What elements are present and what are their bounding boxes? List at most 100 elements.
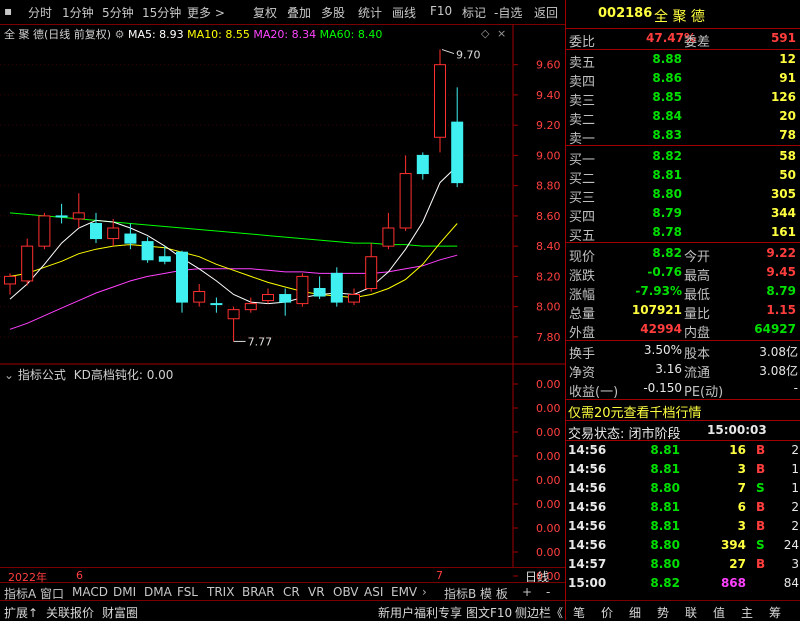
draw-line-button[interactable]: 画线: [392, 4, 416, 21]
tab-dma[interactable]: DMA: [144, 585, 172, 599]
candle-body: [244, 303, 257, 311]
weicha-label: 委差: [684, 35, 711, 50]
promo-link[interactable]: 仅需20元查看千档行情: [568, 402, 702, 421]
buy-level-row[interactable]: 买二 8.81 50: [566, 166, 800, 187]
close-icon[interactable]: ×: [497, 27, 506, 40]
tab-dmi[interactable]: DMI: [113, 585, 136, 599]
stat-value: 64927: [754, 322, 796, 336]
price-axis-label: 9.40: [536, 89, 561, 102]
tab-cr[interactable]: CR: [283, 585, 300, 599]
tab-15min[interactable]: 15分钟: [142, 4, 181, 21]
price-axis-label: 9.00: [536, 149, 561, 162]
level-volume: 58: [779, 149, 796, 163]
tick-row: 14:56 8.80 7 S 1: [566, 479, 800, 498]
candle-body: [210, 303, 223, 306]
stats-button[interactable]: 统计: [358, 4, 382, 21]
candle-body: [124, 233, 137, 244]
diamond-icon[interactable]: ◇: [481, 27, 489, 40]
stat-value: -0.76: [647, 265, 682, 279]
buy-level-row[interactable]: 买四 8.79 344: [566, 204, 800, 225]
tick-price: 8.80: [650, 481, 680, 495]
candle-body: [330, 272, 343, 303]
tick-volume: 7: [737, 481, 746, 495]
tab-obv[interactable]: OBV: [333, 585, 359, 599]
sell-level-row[interactable]: 卖五 8.88 12: [566, 50, 800, 71]
remove-button[interactable]: -: [546, 585, 550, 599]
candle-body: [451, 121, 464, 184]
candle-body: [158, 256, 171, 262]
buy-level-row[interactable]: 买一 8.82 58: [566, 147, 800, 168]
price-axis-label: 8.60: [536, 210, 561, 223]
price-axis-label: 8.00: [536, 301, 561, 314]
level-volume: 91: [779, 71, 796, 85]
stock-label: 全 聚 德(日线 前复权): [4, 28, 112, 41]
remove-watchlist-button[interactable]: -自选: [494, 4, 522, 21]
tab-emv[interactable]: EMV: [391, 585, 417, 599]
sidebar-toggle-button[interactable]: 侧边栏《: [515, 604, 563, 621]
candle-body: [176, 251, 188, 303]
mark-button[interactable]: 标记: [462, 4, 486, 21]
restore-rights-button[interactable]: 复权: [253, 4, 277, 21]
tick-time: 14:56: [568, 462, 607, 476]
tab-brar[interactable]: BRAR: [242, 585, 275, 599]
indicator-name: KD高档钝化: 0.00: [73, 368, 174, 382]
tab-macd[interactable]: MACD: [72, 585, 108, 599]
stat-row: 外盘 42994 内盘 64927: [566, 320, 800, 341]
candle-body: [72, 212, 85, 220]
tab-fenshi[interactable]: 分时: [28, 4, 52, 21]
tick-time: 14:56: [568, 538, 607, 552]
tab-1min[interactable]: 1分钟: [62, 4, 94, 21]
level-volume: 20: [779, 109, 796, 123]
buy-level-row[interactable]: 买五 8.78 161: [566, 223, 800, 244]
indicator-axis-label: 0.00: [536, 402, 561, 415]
tab-5min[interactable]: 5分钟: [102, 4, 134, 21]
price-axis-label: 9.20: [536, 119, 561, 132]
related-quote-button[interactable]: 关联报价: [46, 604, 94, 621]
tab-trix[interactable]: TRIX: [207, 585, 234, 599]
tick-volume: 868: [720, 576, 746, 590]
level-price: 8.78: [652, 225, 682, 239]
add-button[interactable]: +: [522, 585, 532, 599]
candle-body: [4, 275, 16, 285]
tab-vr[interactable]: VR: [308, 585, 325, 599]
sell-level-row[interactable]: 卖二 8.84 20: [566, 107, 800, 128]
kline-chart[interactable]: 9.60 9.40 9.20 9.00 8.80 8.60 8.40 8.20 8.00 7.80…: [0, 24, 565, 582]
chevron-down-icon[interactable]: ⌄: [4, 368, 14, 382]
stock-name: 全 聚 德: [654, 9, 705, 25]
candle-body: [141, 241, 154, 261]
tab-asi[interactable]: ASI: [364, 585, 383, 599]
stat-row: 涨幅 -7.93% 最低 8.79: [566, 282, 800, 303]
chevron-right-icon[interactable]: ›: [422, 585, 427, 599]
tab-fsl[interactable]: FSL: [177, 585, 198, 599]
fin-value: 3.50%: [643, 343, 682, 357]
weicha-value: 591: [770, 31, 796, 45]
period-toolbar: ▪ 分时 1分钟 5分钟 15分钟 更多 > 复权 叠加 多股 统计 画线 F1…: [0, 0, 565, 25]
sell-level-row[interactable]: 卖一 8.83 78: [566, 126, 800, 147]
wealth-circle-button[interactable]: 财富圈: [102, 604, 138, 621]
candle-body: [399, 173, 412, 229]
new-user-promo-link[interactable]: 新用户福利专享: [378, 604, 462, 621]
multi-stock-button[interactable]: 多股: [321, 4, 345, 21]
buy-level-row[interactable]: 买三 8.80 305: [566, 185, 800, 206]
f10-button[interactable]: F10: [430, 4, 452, 18]
sell-level-row[interactable]: 卖三 8.85 126: [566, 88, 800, 109]
level-price: 8.84: [652, 109, 682, 123]
more-button[interactable]: 更多 >: [187, 4, 225, 21]
tick-row: 14:56 8.81 6 B 2: [566, 498, 800, 517]
back-button[interactable]: 返回: [534, 4, 558, 21]
stat-row: 现价 8.82 今开 9.22: [566, 244, 800, 265]
expand-button[interactable]: 扩展↑: [4, 604, 38, 621]
indicator-title[interactable]: 指标公式: [18, 368, 66, 382]
tick-side: B: [756, 500, 766, 514]
stat-value: 107921: [631, 303, 682, 317]
tick-time: 14:57: [568, 557, 607, 571]
fin-row: 收益(一) -0.150 PE(动) -: [566, 379, 800, 400]
chart-settings-icon[interactable]: ⚙: [115, 28, 125, 41]
stat-label: 外盘: [569, 326, 596, 341]
promo-row[interactable]: 仅需20元查看千档行情: [566, 400, 800, 421]
tick-price: 8.80: [650, 538, 680, 552]
candle-body: [348, 294, 360, 303]
sell-level-row[interactable]: 卖四 8.86 91: [566, 69, 800, 90]
overlay-button[interactable]: 叠加: [287, 4, 311, 21]
f10-graphic-button[interactable]: 图文F10: [466, 604, 512, 621]
